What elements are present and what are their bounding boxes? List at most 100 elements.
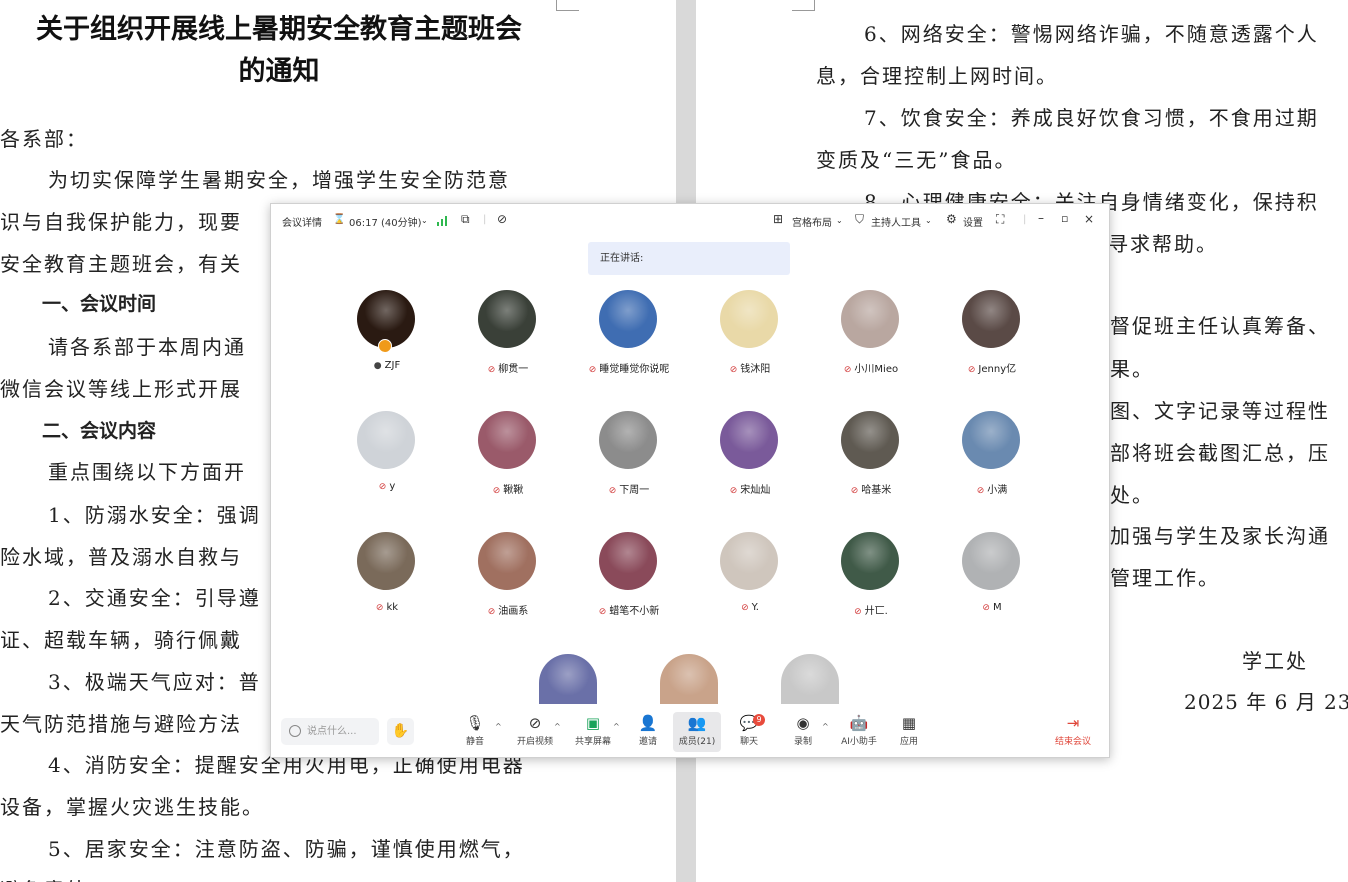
share-label: 共享屏幕 [574,737,611,747]
meeting-titlebar: 会议详情 ⌛ 06:17 (40分钟) ⌄ ⧉ | ⊘ ⊞ 宫格布局 ⌄ ⛉ 主… [271,204,1109,238]
participant-tile[interactable]: ⊘ 哈基米 [811,411,931,521]
apps-label: 应用 [899,737,918,747]
avatar [962,411,1020,469]
avatar-image [781,654,839,706]
chat-badge: 9 [753,714,765,726]
participant-name-text: 小川Mieo [854,364,899,375]
ai-assistant-button[interactable]: 🤖 AI小助手 [831,712,887,752]
mic-off-icon: ⊘ [729,486,738,496]
participant-tile[interactable]: ⊘ 睡觉睡觉你说呢 [569,290,689,400]
mic-off-icon: ⊘ [487,365,496,375]
mic-off-icon: ⊘ [850,486,859,496]
participant-tile[interactable]: ⊘ kk [327,532,447,642]
raise-hand-icon[interactable]: ✋ [387,718,414,745]
host-tools-menu[interactable]: 主持人工具 [871,214,921,229]
avatar [962,532,1020,590]
participant-name: ⊘ 油画系 [448,602,568,617]
chat-input[interactable]: 说点什么... [281,718,379,745]
chevron-down-icon[interactable]: ⌄ [421,216,428,225]
participant-tile[interactable]: ⊘ 宋灿灿 [690,411,810,521]
chat-button[interactable]: 💬 9 聊天 [721,712,777,752]
doc-line: 加强与学生及家长沟通 [1110,524,1330,548]
settings-button[interactable]: 设置 [963,214,983,229]
avatar[interactable] [660,654,718,706]
participant-tile[interactable]: ⊘ 下周一 [569,411,689,521]
emoji-icon[interactable] [289,725,301,737]
participant-tile[interactable]: ⊘ 油画系 [448,532,568,642]
participant-tile[interactable]: ⊘ y [327,411,447,521]
chevron-down-icon[interactable]: ⌄ [925,216,932,225]
participant-name: ⊘ 哈基米 [811,481,931,496]
chevron-up-icon[interactable]: ^ [495,722,502,731]
members-button[interactable]: 👥 成员(21) [673,712,721,752]
divider: | [483,214,487,225]
participant-name-text: 蜡笔不小新 [609,606,660,617]
meeting-window: 会议详情 ⌛ 06:17 (40分钟) ⌄ ⧉ | ⊘ ⊞ 宫格布局 ⌄ ⛉ 主… [270,203,1110,758]
avatar-image [539,654,597,706]
close-icon[interactable]: × [1084,212,1094,226]
participant-tile[interactable]: ⊘ 蜡笔不小新 [569,532,689,642]
participant-name-text: 小满 [987,485,1008,496]
mic-off-icon: ⊘ [854,607,862,617]
record-button[interactable]: ◉ 录制 [775,712,831,752]
meeting-details-link[interactable]: 会议详情 [282,214,322,229]
chevron-up-icon[interactable]: ^ [613,722,620,731]
document-title-line2: 的通知 [238,56,320,87]
avatar[interactable] [781,654,839,706]
fullscreen-icon[interactable]: ⛶ [996,212,1004,227]
members-label: 成员(21) [678,737,716,747]
doc-line: 督促班主任认真筹备、 [1110,314,1330,338]
doc-line: 天气防范措施与避险方法 [0,712,242,736]
invite-button[interactable]: 👤 邀请 [620,712,676,752]
avatar [962,290,1020,348]
avatar[interactable] [539,654,597,706]
gear-icon[interactable]: ⚙ [946,212,957,226]
share-screen-button[interactable]: ▣ 共享屏幕 [565,712,621,752]
chevron-up-icon[interactable]: ^ [554,722,561,731]
participant-tile[interactable]: ⊘ M [932,532,1052,642]
chevron-up-icon[interactable]: ^ [822,722,829,731]
shield-off-icon[interactable]: ⊘ [497,212,507,226]
mic-off-icon: ⊘ [982,603,990,613]
popout-icon[interactable]: ⧉ [461,212,470,227]
doc-line: 设备，掌握火灾逃生技能。 [0,795,264,819]
participant-name: ● ZJF [327,360,447,371]
participant-tile[interactable]: ⊘ 小满 [932,411,1052,521]
timer-icon: ⌛ [333,214,346,225]
minimize-icon[interactable]: – [1038,211,1044,225]
mute-button[interactable]: 🎙 静音 [447,712,503,752]
participant-tile[interactable]: ● ZJF [327,290,447,400]
avatar [841,290,899,348]
participant-tile[interactable]: ⊘ 钱沐阳 [690,290,810,400]
participant-tile[interactable]: ⊘ 柳贯一 [448,290,568,400]
meeting-timer[interactable]: 06:17 (40分钟) [349,214,422,229]
maximize-icon[interactable]: ▫ [1061,212,1068,225]
participant-name: ⊘ 下周一 [569,481,689,496]
layout-menu[interactable]: 宫格布局 [792,214,832,229]
participant-tile[interactable]: ⊘ 鞦鞦 [448,411,568,521]
avatar [357,411,415,469]
grid-layout-icon[interactable]: ⊞ [773,212,783,226]
doc-heading: 二、会议内容 [42,420,157,442]
video-button[interactable]: ⊘ 开启视频 [507,712,563,752]
participant-tile[interactable]: ⊘ Jenny亿 [932,290,1052,400]
doc-signature: 学工处 [1242,649,1308,673]
shield-icon: ⛉ [855,212,865,226]
participant-tile[interactable]: ⊘ Y. [690,532,810,642]
doc-line: 变质及“三无”食品。 [816,148,1017,172]
avatar [599,290,657,348]
divider: | [1023,214,1027,225]
doc-line: 微信会议等线上形式开展 [0,377,242,401]
mic-off-icon: ⊘ [378,482,387,492]
avatar-image [660,654,718,706]
avatar [478,290,536,348]
participant-name-text: ZJF [384,360,401,371]
participant-tile[interactable]: ⊘ 小川Mieo [811,290,931,400]
chevron-down-icon[interactable]: ⌄ [836,216,843,225]
participant-tile[interactable]: ⊘ 廾匸. [811,532,931,642]
participant-name-text: 宋灿灿 [740,485,771,496]
apps-button[interactable]: ▦ 应用 [881,712,937,752]
ai-label: AI小助手 [841,737,877,747]
doc-line: 处。 [1110,483,1154,507]
end-meeting-button[interactable]: ⇥ 结束会议 [1045,712,1101,752]
